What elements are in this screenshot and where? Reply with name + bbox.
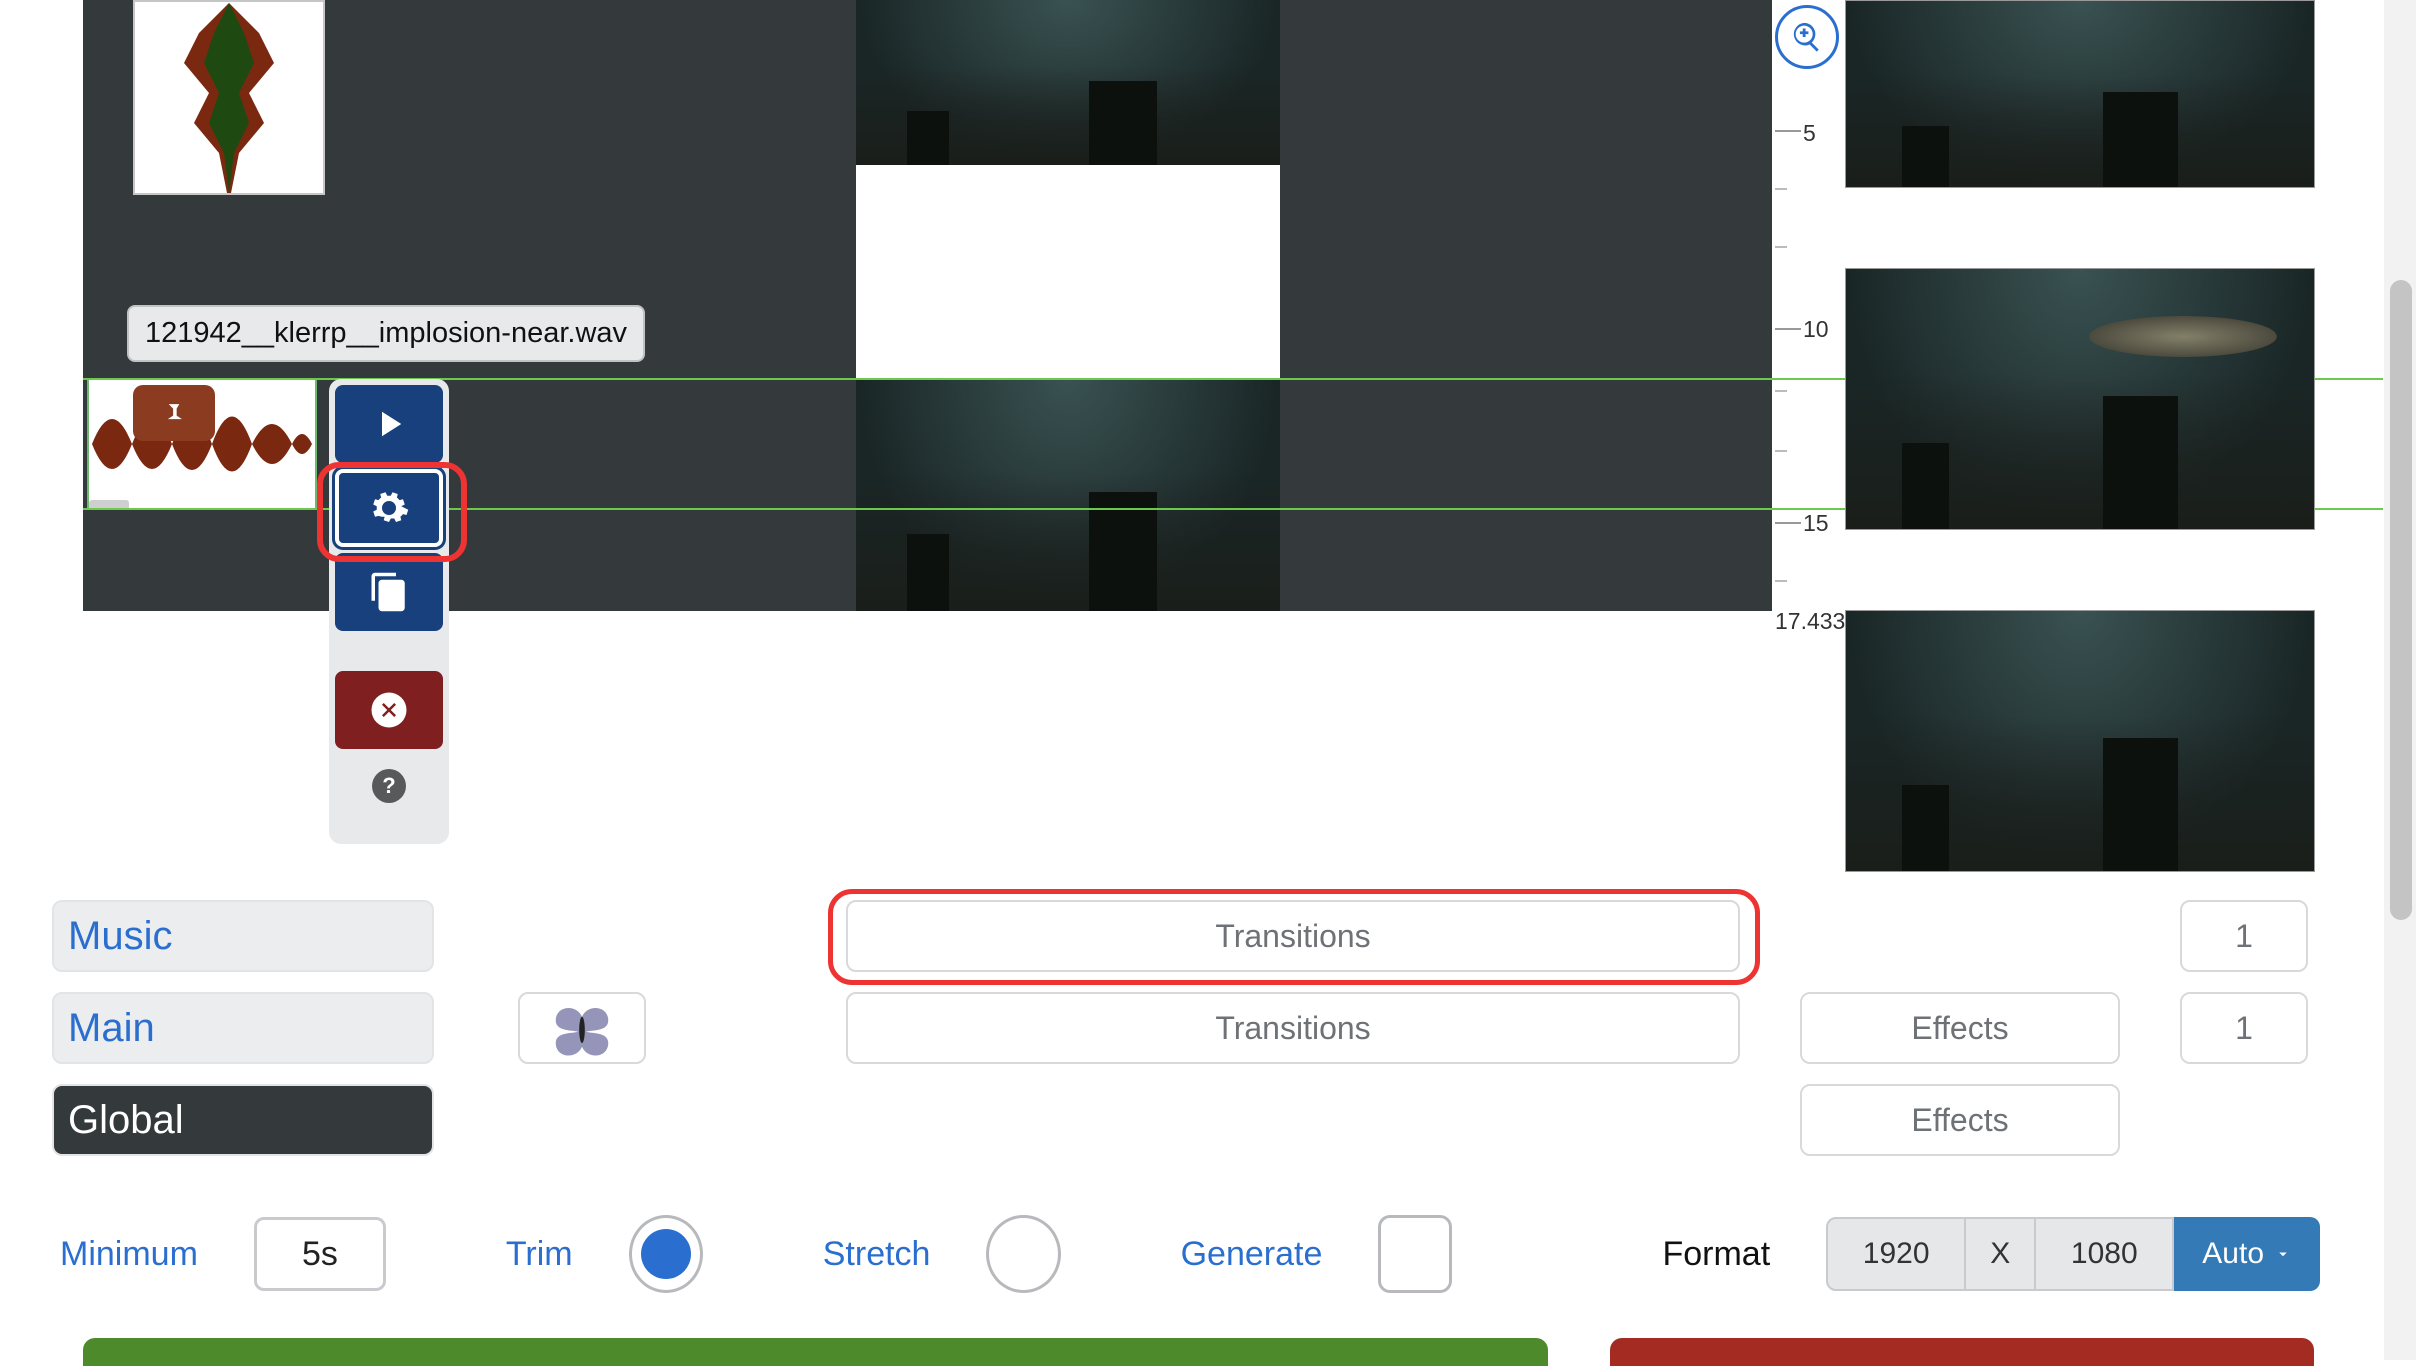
trim-toggle[interactable]	[629, 1215, 703, 1293]
caret-down-icon	[2274, 1245, 2292, 1263]
auto-label: Auto	[2202, 1237, 2264, 1271]
format-width-input[interactable]	[1826, 1217, 1966, 1291]
format-auto-dropdown[interactable]: Auto	[2174, 1217, 2320, 1291]
ruler-tick-5: 5	[1803, 120, 1816, 147]
stretch-toggle[interactable]	[986, 1215, 1060, 1293]
bottom-action-red[interactable]	[1610, 1338, 2314, 1366]
help-button[interactable]: ?	[372, 769, 406, 803]
ruler-tick-10: 10	[1803, 316, 1829, 343]
trim-label: Trim	[506, 1235, 573, 1274]
ruler-tick-end: 17.433	[1775, 608, 1845, 635]
track-label-music[interactable]: Music	[52, 900, 434, 972]
copy-icon	[368, 571, 410, 613]
generate-toggle[interactable]	[1378, 1215, 1452, 1293]
track-label-global[interactable]: Global	[52, 1084, 434, 1156]
frame-thumb-3[interactable]	[1845, 610, 2315, 872]
gear-icon	[368, 487, 410, 529]
zoom-in-button[interactable]	[1775, 5, 1839, 69]
copy-button[interactable]	[335, 553, 443, 631]
minimum-input[interactable]	[254, 1217, 386, 1291]
transitions-button-main[interactable]: Transitions	[846, 992, 1740, 1064]
format-height-input[interactable]	[2034, 1217, 2174, 1291]
pin-button[interactable]	[133, 385, 215, 441]
main-clip-thumb[interactable]	[518, 992, 646, 1064]
track-label-main[interactable]: Main	[52, 992, 434, 1064]
transitions-button-music[interactable]: Transitions	[846, 900, 1740, 972]
effects-button-global[interactable]: Effects	[1800, 1084, 2120, 1156]
bottom-action-green[interactable]	[83, 1338, 1548, 1366]
count-box-main[interactable]: 1	[2180, 992, 2308, 1064]
close-circle-icon	[368, 689, 410, 731]
preview-gap	[856, 165, 1280, 378]
audio-clip-waveform-top[interactable]	[133, 0, 325, 195]
ruler-tick-15: 15	[1803, 510, 1829, 537]
play-icon	[368, 403, 410, 445]
stretch-label: Stretch	[823, 1235, 931, 1274]
effects-button-main[interactable]: Effects	[1800, 992, 2120, 1064]
frame-thumb-2[interactable]	[1845, 268, 2315, 530]
vertical-scrollbar-track[interactable]	[2384, 0, 2416, 1360]
frame-thumb-1[interactable]	[1845, 0, 2315, 188]
format-x-label: X	[1966, 1217, 2034, 1291]
settings-button[interactable]	[335, 469, 443, 547]
generate-label: Generate	[1181, 1235, 1323, 1274]
clip-action-popover: ?	[329, 379, 449, 844]
vertical-scrollbar-thumb[interactable]	[2390, 280, 2412, 920]
delete-button[interactable]	[335, 671, 443, 749]
count-box-music[interactable]: 1	[2180, 900, 2308, 972]
butterfly-icon	[552, 998, 612, 1058]
clip-filename-label: 121942__klerrp__implosion-near.wav	[127, 305, 645, 362]
format-label: Format	[1662, 1235, 1770, 1274]
minimum-label: Minimum	[60, 1235, 198, 1274]
zoom-in-icon	[1790, 20, 1824, 54]
preview-strip-top	[856, 0, 1280, 165]
preview-strip-bottom	[856, 378, 1280, 611]
play-button[interactable]	[335, 385, 443, 463]
